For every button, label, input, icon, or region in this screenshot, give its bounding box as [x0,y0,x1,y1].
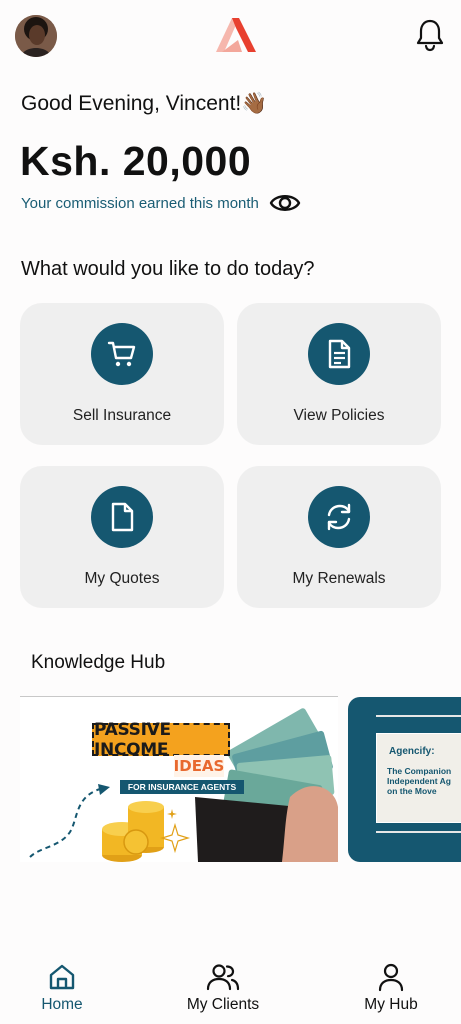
agencify-line: The Companion [387,766,452,776]
commission-row: Your commission earned this month [21,188,301,218]
sell-insurance-icon-circle [91,323,153,385]
passive-income-subtitle: FOR INSURANCE AGENTS [120,780,244,794]
knowledge-card-passive-income[interactable]: PASSIVE INCOME IDEAS FOR INSURANCE AGENT… [20,697,338,862]
decorative-line [376,831,461,833]
section-prompt: What would you like to do today? [21,258,315,280]
passive-income-highlight: IDEAS [173,755,225,777]
cart-icon [107,341,136,367]
bottom-nav: Home My Clients My Hub [0,950,461,1024]
home-icon [49,964,75,990]
brand-logo-icon [216,18,256,52]
agencify-line: on the Move [387,786,437,796]
my-renewals-label: My Renewals [292,570,386,587]
user-avatar-icon [15,15,57,57]
agencify-line: Independent Ag [387,776,451,786]
file-icon [111,502,134,532]
decorative-line [376,715,461,717]
view-policies-card[interactable]: View Policies [237,303,441,445]
my-renewals-icon-circle [308,486,370,548]
greeting-text: Good Evening, Vincent!👋🏾 [21,92,268,115]
view-policies-icon-circle [308,323,370,385]
avatar[interactable] [15,15,57,57]
agencify-headline: Agencify: [389,746,435,757]
my-quotes-card[interactable]: My Quotes [20,466,224,608]
commission-amount: Ksh. 20,000 [20,138,252,184]
sell-insurance-card[interactable]: Sell Insurance [20,303,224,445]
users-icon [206,964,240,991]
document-list-icon [328,339,351,369]
nav-home[interactable]: Home [7,962,117,1014]
nav-home-label: Home [41,996,83,1013]
brand-logo [212,16,258,54]
view-policies-label: View Policies [293,407,385,424]
my-quotes-label: My Quotes [84,570,160,587]
nav-my-clients-label: My Clients [186,996,260,1013]
top-bar [0,0,461,70]
passive-income-headline: PASSIVE INCOME [92,720,230,760]
visibility-toggle[interactable] [269,190,301,216]
knowledge-hub-title: Knowledge Hub [31,652,166,673]
knowledge-card-agencify[interactable]: Agencify: The Companion Independent Ag o… [348,697,461,862]
nav-my-clients[interactable]: My Clients [168,962,278,1014]
sell-insurance-label: Sell Insurance [72,407,172,424]
agencify-panel: Agencify: The Companion Independent Ag o… [376,733,461,823]
refresh-icon [327,503,351,531]
agencify-body: The Companion Independent Ag on the Move [387,766,461,796]
person-icon [378,963,404,992]
nav-my-hub-label: My Hub [364,996,418,1013]
bell-icon [416,19,444,52]
eye-icon [269,195,301,211]
notification-button[interactable] [414,18,446,52]
my-renewals-card[interactable]: My Renewals [237,466,441,608]
my-quotes-icon-circle [91,486,153,548]
nav-my-hub[interactable]: My Hub [336,962,446,1014]
commission-label: Your commission earned this month [21,194,259,212]
